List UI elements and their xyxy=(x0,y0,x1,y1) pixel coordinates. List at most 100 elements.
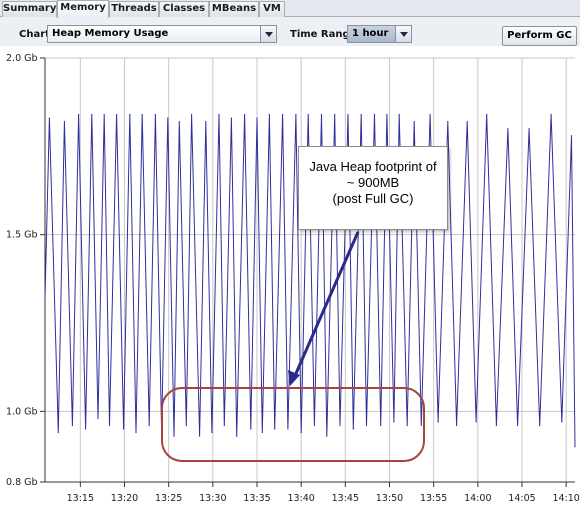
tab-threads[interactable]: Threads xyxy=(109,1,159,17)
y-tick-label: 0.8 Gb xyxy=(6,477,38,488)
heap-usage-point xyxy=(218,113,220,116)
heap-usage-point xyxy=(386,113,388,116)
heap-usage-point xyxy=(141,113,143,116)
heap-usage-point xyxy=(313,424,315,427)
heap-usage-point xyxy=(429,113,431,116)
time-range-value: 1 hour xyxy=(352,28,389,39)
heap-usage-point xyxy=(116,113,118,116)
x-tick-label: 13:15 xyxy=(67,493,94,504)
x-tick-label: 14:00 xyxy=(464,493,491,504)
heap-usage-point xyxy=(205,121,207,123)
heap-usage-point xyxy=(339,424,341,427)
heap-usage-point xyxy=(574,446,576,448)
x-tick-label: 13:30 xyxy=(199,493,226,504)
chart-select[interactable]: Heap Memory Usage xyxy=(47,25,277,43)
heap-usage-point xyxy=(307,113,309,116)
heap-usage-point xyxy=(230,117,232,119)
heap-usage-point xyxy=(173,435,175,437)
y-tick-label: 2.0 Gb xyxy=(6,53,38,64)
heap-usage-point xyxy=(123,428,125,430)
annotation-callout: Java Heap footprint of ~ 900MB (post Ful… xyxy=(298,146,448,230)
heap-usage-point xyxy=(97,417,99,419)
heap-usage-point xyxy=(413,121,415,123)
chart-svg: 13:15 13:20 13:25 13:30 13:35 13:40 13:45 13:50… xyxy=(6,53,580,504)
x-tick-label: 13:50 xyxy=(376,493,403,504)
tab-bar: Summary Memory Threads Classes MBeans VM xyxy=(0,0,580,18)
heap-usage-point xyxy=(550,113,552,116)
heap-usage-point xyxy=(91,113,93,116)
heap-usage-point xyxy=(148,424,150,427)
heap-usage-point xyxy=(517,424,519,427)
annotation-line-2: ~ 900MB xyxy=(346,175,400,190)
heap-usage-point xyxy=(365,424,368,427)
heap-usage-point xyxy=(539,424,541,427)
heap-usage-point xyxy=(154,113,156,116)
heap-usage-point xyxy=(360,113,362,116)
heap-usage-point xyxy=(447,121,449,123)
heap-usage-point xyxy=(108,424,111,427)
heap-usage-point xyxy=(528,128,530,130)
grid xyxy=(45,57,575,483)
heap-usage-point xyxy=(244,113,246,116)
heap-memory-chart: 13:15 13:20 13:25 13:30 13:35 13:40 13:45 13:50… xyxy=(0,46,580,515)
y-tick-label: 1.0 Gb xyxy=(6,406,38,417)
x-tick-label: 13:25 xyxy=(155,493,182,504)
heap-usage-point xyxy=(420,424,422,427)
y-tick-label: 1.5 Gb xyxy=(6,230,38,241)
chevron-down-icon[interactable] xyxy=(395,26,411,42)
heap-usage-point xyxy=(456,424,458,427)
heap-usage-point xyxy=(347,113,349,116)
heap-usage-point xyxy=(63,121,65,123)
heap-usage-point xyxy=(287,428,289,430)
heap-usage-point xyxy=(211,431,213,434)
tab-mbeans[interactable]: MBeans xyxy=(209,1,259,17)
heap-usage-point xyxy=(178,121,180,123)
x-tick-label: 14:10 xyxy=(552,493,579,504)
x-tick-label: 13:40 xyxy=(287,493,314,504)
heap-usage-point xyxy=(475,421,477,423)
x-tick-label: 13:45 xyxy=(332,493,359,504)
heap-usage-point xyxy=(48,117,51,119)
heap-usage-point xyxy=(398,113,400,116)
heap-usage-point xyxy=(373,113,376,116)
heap-usage-point xyxy=(78,113,80,116)
tab-classes[interactable]: Classes xyxy=(159,1,209,17)
heap-usage-point xyxy=(406,424,408,427)
time-range-select[interactable]: 1 hour xyxy=(347,25,412,43)
heap-usage-point xyxy=(507,128,509,130)
heap-usage-point xyxy=(437,421,439,423)
heap-usage-point xyxy=(268,113,270,116)
tab-memory[interactable]: Memory xyxy=(57,0,109,18)
tab-summary[interactable]: Summary xyxy=(2,1,57,17)
heap-usage-point xyxy=(282,113,284,116)
heap-usage-point xyxy=(486,113,488,116)
heap-usage-point xyxy=(570,135,573,137)
heap-usage-point xyxy=(167,117,169,119)
heap-usage-point xyxy=(300,431,302,434)
heap-usage-point xyxy=(352,428,354,430)
heap-usage-point xyxy=(250,428,252,430)
tab-vm[interactable]: VM xyxy=(259,1,285,17)
heap-usage-point xyxy=(274,428,276,430)
heap-usage-point xyxy=(103,113,105,116)
heap-usage-point xyxy=(191,113,193,116)
x-tick-label: 13:55 xyxy=(420,493,447,504)
x-tick-label: 13:35 xyxy=(243,493,270,504)
heap-usage-point xyxy=(129,113,131,116)
heap-usage-point xyxy=(261,431,263,434)
heap-usage-point xyxy=(135,431,137,434)
heap-usage-point xyxy=(85,428,87,430)
heap-usage-point xyxy=(256,117,258,119)
heap-usage-point xyxy=(71,424,73,427)
chart-select-value: Heap Memory Usage xyxy=(52,28,169,39)
heap-usage-point xyxy=(57,431,59,434)
heap-usage-point xyxy=(236,435,238,437)
heap-usage-point xyxy=(199,435,201,437)
heap-usage-point xyxy=(561,421,563,423)
heap-usage-point xyxy=(380,424,382,427)
perform-gc-button[interactable]: Perform GC xyxy=(502,26,577,46)
annotation-line-1: Java Heap footprint of xyxy=(309,159,437,174)
heap-usage-point xyxy=(334,113,336,116)
chevron-down-icon[interactable] xyxy=(260,26,276,42)
x-tick-label: 13:20 xyxy=(111,493,138,504)
